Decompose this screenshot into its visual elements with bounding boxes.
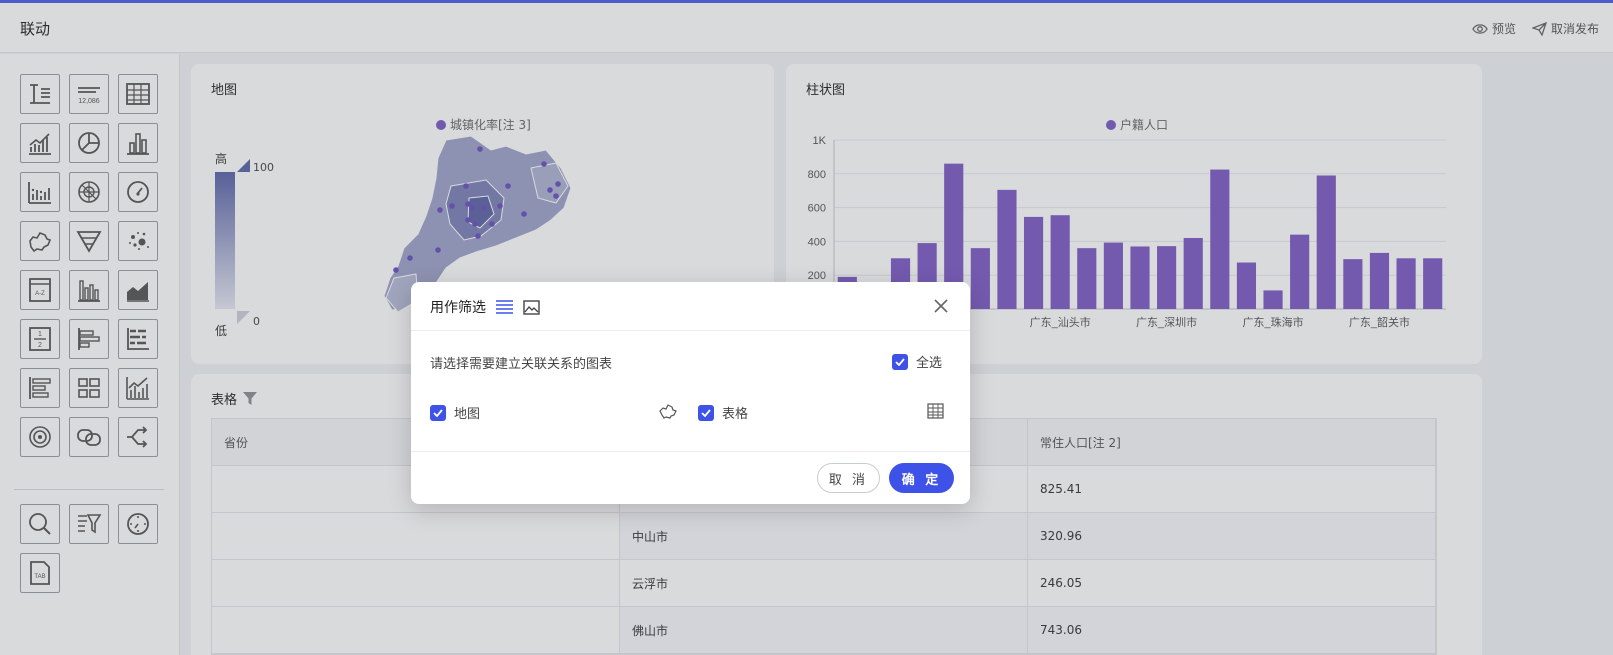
map-icon — [659, 404, 677, 419]
cancel-button[interactable]: 取 消 — [817, 463, 880, 493]
list-view-icon[interactable] — [496, 300, 513, 314]
filter-dialog: 用作筛选 请选择需要建立关联关系的图表 全选 地图 表格 取 消 确 定 — [411, 282, 970, 504]
option-map-checkbox[interactable]: 地图 — [430, 403, 480, 422]
option-table-label: 表格 — [722, 407, 749, 422]
image-view-icon[interactable] — [523, 299, 540, 315]
dialog-instruction: 请选择需要建立关联关系的图表 — [430, 357, 613, 372]
select-all-label: 全选 — [916, 356, 943, 371]
option-table-checkbox[interactable]: 表格 — [698, 403, 748, 422]
select-all-checkbox[interactable]: 全选 — [892, 352, 942, 371]
option-map-label: 地图 — [454, 407, 481, 422]
dialog-title-group: 用作筛选 — [430, 297, 540, 317]
dialog-footer-divider — [411, 451, 970, 452]
dialog-header: 用作筛选 — [411, 282, 970, 331]
dialog-title: 用作筛选 — [430, 300, 486, 316]
close-icon[interactable] — [932, 297, 950, 315]
checkbox-checked-icon — [892, 353, 908, 370]
confirm-button[interactable]: 确 定 — [889, 463, 954, 493]
table-icon — [927, 403, 944, 419]
checkbox-checked-icon — [430, 404, 446, 421]
checkbox-checked-icon — [698, 404, 714, 421]
